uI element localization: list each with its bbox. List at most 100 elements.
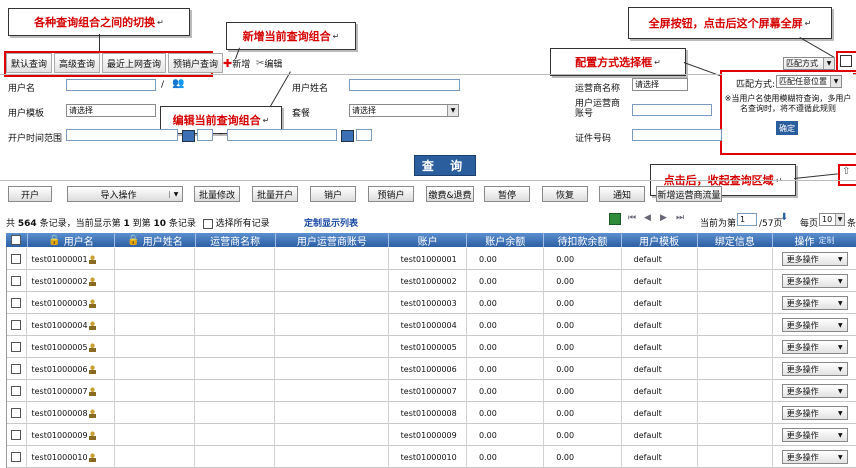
header-balance[interactable]: 账户余额 <box>467 233 545 248</box>
header-operator-account[interactable]: 用户运营商账号 <box>276 233 389 248</box>
match-mode-dropdown[interactable]: 匹配任意位置 ▼ <box>776 75 842 88</box>
prev-page-icon[interactable]: ◀ <box>644 213 651 223</box>
tab-pre-cancel-query[interactable]: 预销户查询 <box>168 53 224 73</box>
header-account[interactable]: 账户 <box>389 233 468 248</box>
user-template-select[interactable]: 请选择 <box>66 104 156 117</box>
operator-select[interactable]: 请选择 <box>632 78 688 91</box>
header-checkbox[interactable] <box>11 235 22 245</box>
user-detail-icon[interactable] <box>88 298 96 308</box>
more-operations-select[interactable]: 更多操作 ▼ <box>781 274 848 288</box>
username-cell[interactable]: test01000010 <box>31 453 87 462</box>
more-operations-select[interactable]: 更多操作 ▼ <box>781 296 848 310</box>
header-username[interactable]: 🔒 用户名 <box>28 233 116 248</box>
suspend-button[interactable]: 暂停 <box>484 186 530 202</box>
cancel-account-button[interactable]: 销户 <box>310 186 356 202</box>
confirm-button[interactable]: 确定 <box>776 121 798 135</box>
id-number-input[interactable] <box>632 129 722 141</box>
collapse-icon[interactable]: ⇧ <box>842 166 850 177</box>
add-query-button[interactable]: ✚ 新增 <box>223 57 250 70</box>
user-detail-icon[interactable] <box>88 342 96 352</box>
export-icon[interactable] <box>609 213 621 225</box>
more-operations-select[interactable]: 更多操作 ▼ <box>781 406 848 420</box>
row-checkbox[interactable] <box>11 342 22 352</box>
row-checkbox[interactable] <box>11 408 22 418</box>
more-operations-select[interactable]: 更多操作 ▼ <box>781 450 848 464</box>
calendar-icon[interactable] <box>182 130 195 142</box>
user-detail-icon[interactable] <box>88 386 96 396</box>
header-operator-name[interactable]: 运营商名称 <box>196 233 276 248</box>
username-cell[interactable]: test01000009 <box>31 431 87 440</box>
end-date-input[interactable] <box>227 129 337 141</box>
customize-link[interactable]: 定制 <box>818 235 834 246</box>
operator-name-td <box>195 380 276 402</box>
user-detail-icon[interactable] <box>88 408 96 418</box>
first-page-icon[interactable]: ⏮ <box>628 213 636 223</box>
select-all-checkbox[interactable] <box>202 218 213 229</box>
start-date-input[interactable] <box>66 129 178 141</box>
more-operations-select[interactable]: 更多操作 ▼ <box>781 428 848 442</box>
query-button[interactable]: 查 询 <box>414 155 476 176</box>
username-input[interactable] <box>66 79 156 91</box>
header-pending[interactable]: 待扣款余额 <box>544 233 622 248</box>
payment-refund-button[interactable]: 缴费&退费 <box>426 186 474 202</box>
user-detail-icon[interactable] <box>88 452 96 462</box>
pre-cancel-button[interactable]: 预销户 <box>368 186 414 202</box>
row-checkbox[interactable] <box>11 364 22 374</box>
username-cell[interactable]: test01000004 <box>31 321 87 330</box>
resume-button[interactable]: 恢复 <box>542 186 588 202</box>
username-cell[interactable]: test01000002 <box>31 277 87 286</box>
add-operator-traffic-button[interactable]: 新增运营商流量 <box>656 186 722 202</box>
edit-query-button[interactable]: ✂ 编辑 <box>256 57 282 70</box>
username-cell[interactable]: test01000007 <box>31 387 87 396</box>
row-checkbox[interactable] <box>11 276 22 286</box>
end-time-input[interactable] <box>356 129 372 141</box>
last-page-icon[interactable]: ⏭ <box>676 213 684 223</box>
user-detail-icon[interactable] <box>88 364 96 374</box>
tab-advanced-query[interactable]: 高级查询 <box>54 53 101 73</box>
open-account-button[interactable]: 开户 <box>8 186 52 202</box>
more-operations-select[interactable]: 更多操作 ▼ <box>781 362 848 376</box>
row-checkbox[interactable] <box>11 430 22 440</box>
next-page-icon[interactable]: ▶ <box>660 213 667 223</box>
go-icon[interactable]: ⬇ <box>780 212 788 223</box>
row-checkbox[interactable] <box>11 386 22 396</box>
more-operations-select[interactable]: 更多操作 ▼ <box>781 318 848 332</box>
tab-recent-online-query[interactable]: 最近上网查询 <box>102 53 167 73</box>
username-cell[interactable]: test01000003 <box>31 299 87 308</box>
batch-modify-button[interactable]: 批量修改 <box>194 186 240 202</box>
users-icon[interactable]: 👥 <box>172 78 184 89</box>
notify-button[interactable]: 通知 <box>599 186 645 202</box>
fullscreen-icon[interactable] <box>840 55 852 67</box>
user-detail-icon[interactable] <box>88 254 96 264</box>
row-checkbox[interactable] <box>11 320 22 330</box>
import-button[interactable]: 导入操作 ▼ <box>67 186 183 202</box>
per-page-select[interactable]: 10 ▼ <box>819 213 845 226</box>
username-cell[interactable]: test01000005 <box>31 343 87 352</box>
calendar-icon[interactable] <box>341 130 354 142</box>
row-checkbox[interactable] <box>11 452 22 462</box>
more-operations-select[interactable]: 更多操作 ▼ <box>781 252 848 266</box>
header-template[interactable]: 用户模板 <box>622 233 698 248</box>
operations-td: 更多操作 ▼ <box>773 270 856 292</box>
row-checkbox[interactable] <box>11 254 22 264</box>
more-operations-select[interactable]: 更多操作 ▼ <box>781 340 848 354</box>
custom-display-list-link[interactable]: 定制显示列表 <box>304 216 358 229</box>
user-detail-icon[interactable] <box>88 430 96 440</box>
user-detail-icon[interactable] <box>88 276 96 286</box>
more-operations-select[interactable]: 更多操作 ▼ <box>781 384 848 398</box>
username-cell[interactable]: test01000008 <box>31 409 87 418</box>
match-mode-select[interactable]: 匹配方式 ▼ <box>783 57 835 70</box>
operator-account-input[interactable] <box>632 104 712 116</box>
package-select[interactable]: 请选择 ▼ <box>349 104 459 117</box>
header-binding[interactable]: 绑定信息 <box>698 233 773 248</box>
tab-default-query[interactable]: 默认查询 <box>6 53 53 73</box>
user-detail-icon[interactable] <box>88 320 96 330</box>
row-checkbox[interactable] <box>11 298 22 308</box>
realname-input[interactable] <box>349 79 460 91</box>
username-cell[interactable]: test01000001 <box>31 255 87 264</box>
header-realname[interactable]: 🔒 用户姓名 <box>115 233 196 248</box>
batch-open-button[interactable]: 批量开户 <box>252 186 298 202</box>
start-time-input[interactable] <box>197 129 213 141</box>
username-cell[interactable]: test01000006 <box>31 365 87 374</box>
page-number-input[interactable]: 1 <box>737 213 757 226</box>
